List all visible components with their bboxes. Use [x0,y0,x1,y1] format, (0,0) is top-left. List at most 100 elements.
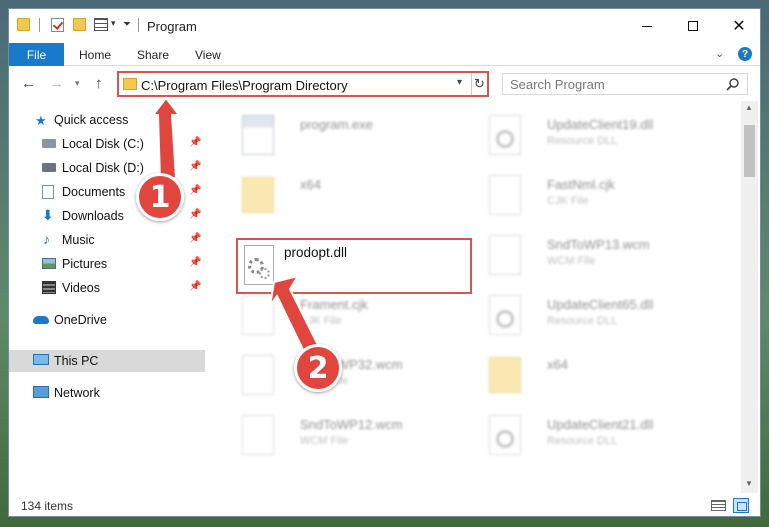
music-icon: ♪ [43,231,50,247]
navigation-pane: ★ Quick access Local Disk (C:) 📌 Local D… [9,101,205,493]
chevron-down-icon[interactable]: ▾ [457,77,462,88]
file-name: Frament.cjk [300,297,368,312]
maximize-button[interactable] [670,9,716,43]
chevron-down-icon[interactable]: ▾ [111,18,116,29]
sidebar-item-quick-access[interactable]: ★ Quick access [9,109,205,131]
drive-icon [42,163,56,172]
address-bar[interactable]: C:\Program Files\Program Directory ▾ ↻ [117,71,489,97]
file-name: SndToWP12.wcm [300,417,403,432]
vertical-scrollbar[interactable]: ▲ ▼ [741,101,758,493]
item-count: 134 items [21,499,74,513]
sidebar-item-label: Local Disk (D:) [62,161,144,175]
customize-toolbar-icon[interactable]: ⏷ [123,19,131,30]
documents-icon [42,185,54,199]
refresh-icon[interactable]: ↻ [471,73,487,95]
back-arrow-icon[interactable]: ← [21,75,36,92]
search-icon[interactable] [725,77,741,93]
file-name: x64 [300,177,321,192]
pin-icon[interactable]: 📌 [189,257,201,268]
step-2-badge: 2 [294,344,342,392]
minimize-button[interactable] [624,9,670,43]
explorer-window: ▾ ⏷ Program ✕ File Home Share View ⌄ ? ←… [8,8,761,517]
sidebar-item-label: Music [62,233,95,247]
dll-file-icon [489,115,521,155]
close-icon: ✕ [732,18,746,35]
tab-share[interactable]: Share [137,48,169,62]
sidebar-item-local-disk-c[interactable]: Local Disk (C:) 📌 [9,133,205,155]
status-bar: 134 items [9,493,760,516]
list-item[interactable]: Frament.cjk CJK File [220,289,460,345]
folder-icon [17,18,30,31]
gear-icon [259,268,270,279]
pin-icon[interactable]: 📌 [189,209,201,220]
step-1-badge: 1 [136,173,184,221]
close-button[interactable]: ✕ [716,9,760,43]
file-name: SndToWP13.wcm [547,237,650,252]
pin-icon[interactable]: 📌 [189,161,201,172]
file-name: x64 [547,357,568,372]
sidebar-item-onedrive[interactable]: OneDrive [9,309,205,331]
download-icon: ⬇ [42,207,54,223]
list-item[interactable]: FastNml.cjk CJK File [467,169,707,225]
file-name: program.exe [300,117,373,132]
sidebar-item-this-pc[interactable]: This PC [9,350,205,372]
recent-locations-icon[interactable]: ▾ [75,78,80,89]
file-name: UpdateClient21.dll [547,417,654,432]
list-item[interactable]: UpdateClient19.dll Resource DLL [467,109,707,165]
new-folder-icon[interactable] [73,18,86,31]
separator [39,18,40,32]
forward-arrow-icon[interactable]: → [49,75,64,92]
tab-view[interactable]: View [195,48,221,62]
folder-icon [489,357,521,393]
sidebar-item-label: Downloads [62,209,124,223]
view-options-icon[interactable] [94,18,108,31]
list-item[interactable]: x64 [220,169,460,225]
network-icon [33,386,49,398]
pin-icon[interactable]: 📌 [189,185,201,196]
list-item[interactable]: UpdateClient65.dll Resource DLL [467,289,707,345]
file-type: WCM File [300,435,349,447]
sidebar-item-label: This PC [54,354,99,368]
scroll-down-icon[interactable]: ▼ [745,479,753,488]
sidebar-item-network[interactable]: Network [9,382,205,404]
tab-file[interactable]: File [9,43,64,66]
file-name: FastNml.cjk [547,177,615,192]
file-name: UpdateClient19.dll [547,117,654,132]
address-path[interactable]: C:\Program Files\Program Directory [141,78,348,93]
file-name: prodopt.dll [284,245,348,260]
list-item[interactable]: SndToWP12.wcm WCM File [220,409,460,465]
search-input[interactable]: Search Program [502,73,748,95]
tab-home[interactable]: Home [79,48,111,62]
help-icon[interactable]: ? [738,47,752,61]
videos-icon [42,281,56,294]
scroll-thumb[interactable] [744,125,755,177]
pin-icon[interactable]: 📌 [189,281,201,292]
properties-check-icon[interactable] [51,18,64,32]
sidebar-item-label: Pictures [62,257,108,271]
file-icon [489,175,521,215]
exe-file-icon [242,115,274,155]
large-icons-view-icon[interactable] [733,498,749,513]
title-bar: ▾ ⏷ Program ✕ [9,9,760,43]
gear-icon [496,130,514,148]
highlighted-file-prodopt[interactable]: prodopt.dll [236,238,472,294]
pin-icon[interactable]: 📌 [189,137,201,148]
sidebar-item-pictures[interactable]: Pictures 📌 [9,253,205,275]
dll-file-icon [489,295,521,335]
sidebar-item-videos[interactable]: Videos 📌 [9,277,205,299]
list-item[interactable]: UpdateClient21.dll Resource DLL [467,409,707,465]
file-type: Resource DLL [547,435,618,447]
sidebar-item-local-disk-d[interactable]: Local Disk (D:) 📌 [9,157,205,179]
ribbon-tabs: File Home Share View ⌄ ? [9,43,760,66]
expand-ribbon-icon[interactable]: ⌄ [715,47,724,60]
details-view-icon[interactable] [711,500,726,511]
list-item[interactable]: x64 [467,349,707,405]
list-item[interactable]: SndToWP13.wcm WCM File [467,229,707,285]
folder-icon [242,177,274,213]
list-item[interactable]: program.exe [220,109,460,165]
scroll-up-icon[interactable]: ▲ [745,103,753,112]
file-list: program.exe x64 prodopt.dll Frament.cjk … [205,101,741,493]
pin-icon[interactable]: 📌 [189,233,201,244]
sidebar-item-music[interactable]: ♪ Music 📌 [9,229,205,251]
up-arrow-icon[interactable]: ↑ [95,75,103,92]
